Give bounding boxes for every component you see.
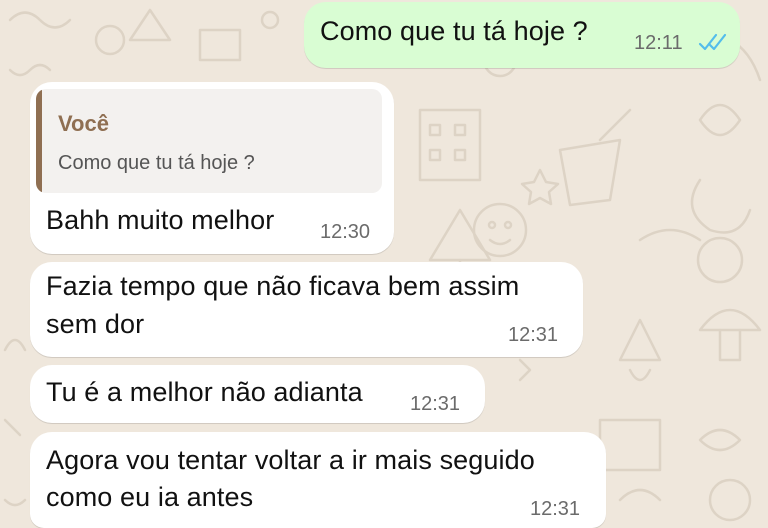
reply-quote-author: Você	[58, 111, 109, 136]
reply-quote-text: Como que tu tá hoje ?	[58, 152, 255, 174]
message-text-line: como eu ia antes	[46, 482, 254, 512]
message-time: 12:31	[508, 324, 559, 346]
incoming-message[interactable]: Você Como que tu tá hoje ? Bahh muito me…	[30, 82, 394, 254]
message-time: 12:31	[530, 498, 581, 520]
message-text-line: Agora vou tentar voltar a ir mais seguid…	[46, 445, 535, 475]
double-check-read-icon	[698, 33, 727, 51]
message-text-line: sem dor	[46, 309, 145, 339]
message-text: Bahh muito melhor	[46, 205, 275, 235]
incoming-message[interactable]: Fazia tempo que não ficava bem assim sem…	[30, 262, 583, 357]
message-text: Como que tu tá hoje ?	[320, 16, 588, 46]
reply-quote-accent-bar	[36, 89, 42, 193]
message-time: 12:31	[410, 393, 461, 415]
incoming-message[interactable]: Tu é a melhor não adianta 12:31	[30, 365, 485, 423]
message-text: Tu é a melhor não adianta	[46, 377, 363, 407]
outgoing-message[interactable]: Como que tu tá hoje ? 12:11	[304, 2, 740, 68]
message-time: 12:11	[634, 32, 683, 54]
message-text-line: Fazia tempo que não ficava bem assim	[46, 271, 520, 301]
incoming-message[interactable]: Agora vou tentar voltar a ir mais seguid…	[30, 432, 606, 528]
message-time: 12:30	[320, 221, 371, 243]
reply-quote[interactable]: Você Como que tu tá hoje ?	[36, 89, 382, 193]
